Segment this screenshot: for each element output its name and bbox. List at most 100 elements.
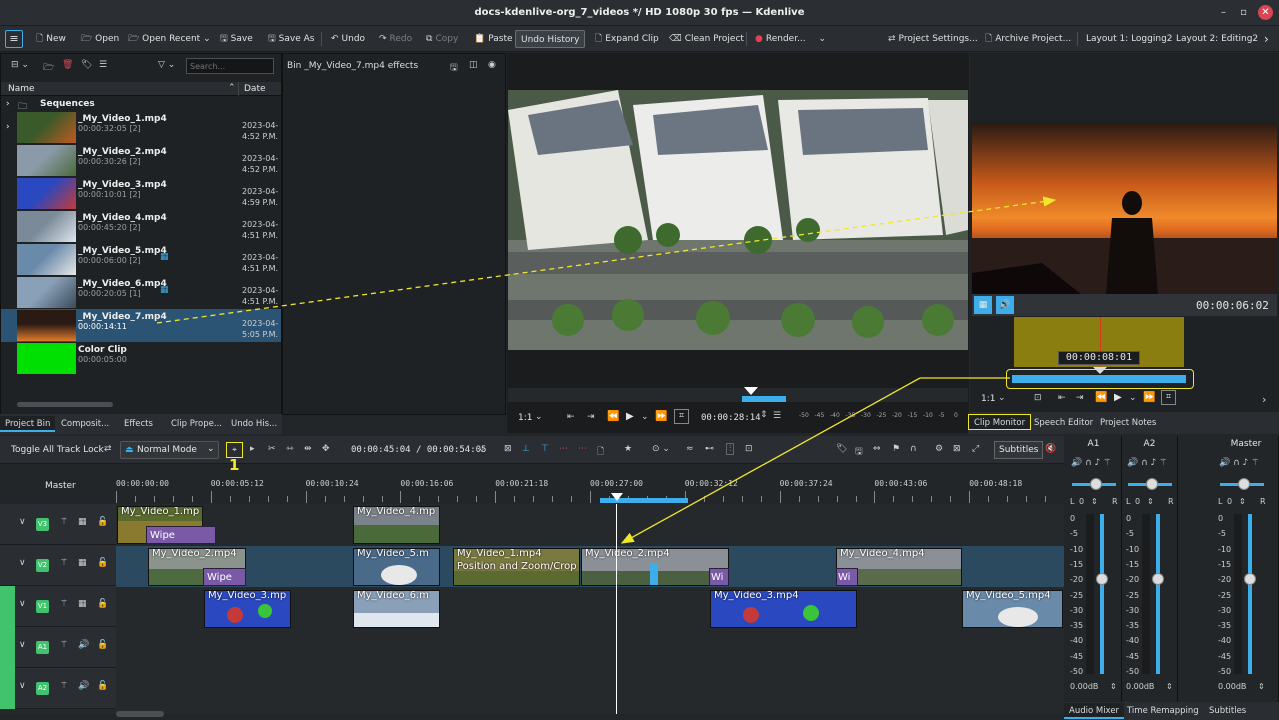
volume-db-value[interactable]: 0.00dB	[1070, 682, 1098, 691]
add-folder-icon[interactable]: 🗁	[43, 60, 54, 76]
menu-icon[interactable]: ☰	[99, 60, 107, 70]
zone-in-icon[interactable]: ⇤	[1058, 393, 1066, 403]
track-header-v3[interactable]: ∨ V3 ⚚ ▦ 🔓	[0, 504, 116, 545]
track-id-tag[interactable]: V3	[36, 518, 49, 531]
speaker-icon[interactable]: 🔊	[78, 681, 89, 691]
thumbnail-icon[interactable]: ⊡	[745, 444, 753, 454]
undo-button[interactable]: ↶ Undo	[331, 30, 365, 48]
timeline-clip-v1-3[interactable]: My_Video_3.mp4	[710, 590, 857, 628]
collapse-chevron-icon[interactable]: ∨	[19, 640, 26, 650]
rewind-icon[interactable]: ⏪	[607, 411, 619, 422]
bin-scrollbar[interactable]	[17, 402, 113, 407]
film-icon[interactable]: ▦	[78, 558, 87, 568]
volume-track[interactable]	[1248, 514, 1252, 674]
volume-knob[interactable]	[1244, 573, 1256, 585]
lock-icon[interactable]: 🔓	[97, 517, 108, 527]
timeline-clip-v1-4[interactable]: My_Video_5.mp4	[962, 590, 1063, 628]
pan-knob[interactable]	[1146, 478, 1158, 490]
tag-icon[interactable]: 🏷	[836, 444, 847, 454]
crop-icon[interactable]: ⌗	[1161, 390, 1176, 405]
switch-icon[interactable]: ⇄	[104, 444, 112, 454]
fit-icon[interactable]: ⊡	[1034, 393, 1042, 403]
minimize-button[interactable]: –	[1216, 5, 1231, 20]
layout-2-button[interactable]: Layout 2: Editing2	[1176, 30, 1258, 48]
timeline-clip-v2-3[interactable]: My_Video_1.mp4 Position and Zoom/Crop	[453, 548, 580, 586]
chevron-down-icon[interactable]: ⌄	[998, 393, 1006, 403]
slip-tool-icon[interactable]: ✥	[322, 444, 330, 454]
timeline-scrollbar[interactable]	[116, 711, 164, 717]
overwrite-icon[interactable]: ⊤	[541, 444, 549, 454]
project-settings-button[interactable]: ⇄ Project Settings...	[888, 30, 978, 48]
track-header-a2[interactable]: ∨ A2 ⚚ 🔊 🔓	[0, 668, 116, 709]
document-icon[interactable]: 🗋	[597, 444, 604, 460]
spin-icon[interactable]: ⇕	[1147, 497, 1154, 506]
zone-out-icon[interactable]: ⇥	[1076, 393, 1084, 403]
tab-project-bin[interactable]: Project Bin	[0, 416, 56, 432]
flag-icon[interactable]: ⚑	[892, 444, 900, 454]
forward-icon[interactable]: ⏩	[655, 411, 667, 422]
bin-clip-row[interactable]: _My_Video_3.mp4 00:00:10:01 [2] 2023-04- 4:…	[1, 177, 281, 210]
tab-subtitles[interactable]: Subtitles	[1209, 703, 1246, 719]
expand-clip-button[interactable]: 🗋 Expand Clip	[595, 30, 659, 48]
bin-clip-row[interactable]: Color Clip 00:00:05:00	[1, 342, 281, 375]
film-icon[interactable]: ▦	[974, 296, 992, 314]
rewind-icon[interactable]: ⏪	[1095, 392, 1107, 403]
tag-icon[interactable]: 🏷	[81, 60, 92, 70]
track-id-tag[interactable]: V1	[36, 600, 49, 613]
play-icon[interactable]: ▶	[1114, 392, 1122, 403]
volume-knob[interactable]	[1152, 573, 1164, 585]
lock-icon[interactable]: 🔓	[97, 681, 108, 691]
mixer-controls-icon[interactable]: 🔊 ∩ ♪ ⚚	[1071, 458, 1111, 468]
lock-icon[interactable]: 🔓	[97, 599, 108, 609]
tab-undo-history[interactable]: Undo His...	[231, 416, 277, 432]
mixer-toggle-icon[interactable]: ⫶	[726, 443, 735, 455]
track-target-indicator[interactable]	[0, 668, 15, 709]
maximize-button[interactable]: ▫	[1236, 5, 1251, 20]
edit-mode-select[interactable]: ⏏ Normal Mode ⌄	[120, 441, 219, 459]
save-as-button[interactable]: 🖫 Save As	[268, 30, 314, 48]
subtitles-button[interactable]: Subtitles	[994, 441, 1044, 459]
monitor-zoom[interactable]: 1:1	[518, 413, 532, 423]
playhead-marker[interactable]	[744, 387, 758, 395]
bin-clip-row[interactable]: _My_Video_6.mp4 00:00:20:05 [1] ▦ 2023-04- 4…	[1, 276, 281, 309]
play-icon[interactable]: ▶	[626, 411, 634, 422]
audio-icon[interactable]: 🔊	[996, 296, 1014, 314]
eye-icon[interactable]: ◉	[488, 60, 496, 70]
undo-history-button[interactable]: Undo History	[515, 30, 586, 48]
mute-icon[interactable]: 🔇	[1045, 444, 1056, 454]
layout-1-button[interactable]: Layout 1: Logging2	[1086, 30, 1173, 48]
track-header-a1[interactable]: ∨ A1 ⚚ 🔊 🔓	[0, 627, 116, 668]
clip-monitor-zoom[interactable]: 1:1	[981, 394, 995, 404]
track-id-tag[interactable]: A2	[36, 682, 49, 695]
new-button[interactable]: 🗋 New	[36, 30, 66, 48]
speaker-icon[interactable]: 🔊	[78, 640, 89, 650]
zone-out-icon[interactable]: ⇥	[587, 412, 595, 422]
move-icon[interactable]: ⇔	[873, 444, 881, 454]
crop-icon[interactable]: ⌗	[674, 409, 689, 424]
expand-arrow-icon[interactable]: ›	[6, 122, 10, 132]
select-tool-icon[interactable]: ▸	[250, 444, 255, 454]
wipe-transition-v2-3[interactable]: Wi	[836, 568, 858, 586]
open-button[interactable]: 🗁 Open	[81, 30, 119, 48]
bin-clip-row[interactable]: _My_Video_7.mp4 00:00:14:11 2023-04- 5:05 P…	[1, 309, 281, 342]
lift-icon[interactable]: ⋯	[559, 444, 568, 454]
spin-icon[interactable]: ⇕	[1258, 682, 1265, 691]
timeline-clip-v1-1[interactable]: My_Video_3.mp	[204, 590, 291, 628]
effect-wand-icon[interactable]: ⚚	[60, 640, 68, 650]
wipe-transition-v2-2[interactable]: Wi	[709, 568, 729, 586]
spin-icon[interactable]: ⇕	[1166, 682, 1173, 691]
expand-icon[interactable]: ⤢	[972, 444, 979, 454]
more-layouts-icon[interactable]: ›	[1264, 30, 1269, 48]
effect-wand-icon[interactable]: ⚚	[60, 681, 68, 691]
timeline-position[interactable]: 00:00:45:04 / 00:00:54:05	[351, 445, 486, 455]
film-icon[interactable]: ▦	[78, 517, 87, 527]
redo-button[interactable]: ↷ Redo	[379, 30, 412, 48]
collapse-chevron-icon[interactable]: ∨	[19, 517, 26, 527]
copy-button[interactable]: ⧉ Copy	[426, 30, 458, 48]
clip-timecode[interactable]: 00:00:06:02	[1196, 299, 1269, 312]
film-icon[interactable]: ▦	[78, 599, 87, 609]
spin-icon[interactable]: ⇕	[1091, 497, 1098, 506]
bin-clip-row[interactable]: _My_Video_5.mp4 00:00:06:00 [2] ▦ 2023-04- 4…	[1, 243, 281, 276]
favorite-star-icon[interactable]: ★	[624, 444, 632, 454]
audio-thumbs-icon[interactable]: ≈	[686, 444, 694, 454]
